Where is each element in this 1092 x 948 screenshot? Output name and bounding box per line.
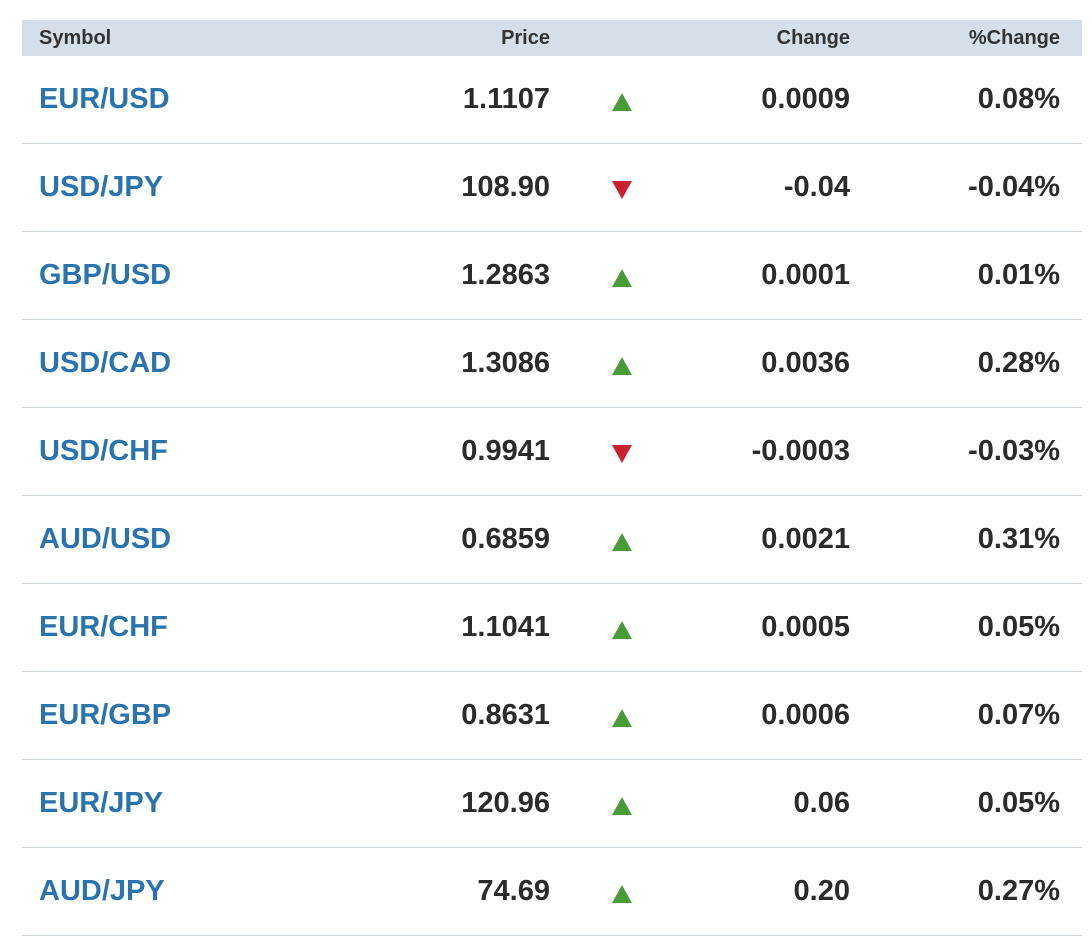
change-value: -0.04 [783, 171, 850, 203]
triangle-up-icon [612, 93, 632, 112]
direction-indicator [610, 848, 634, 934]
symbol-link[interactable]: AUD/USD [39, 496, 171, 582]
change-value: -0.0003 [751, 435, 850, 467]
header-change[interactable]: Change [777, 20, 850, 56]
change-value: 0.0036 [761, 347, 850, 379]
price-value: 0.9941 [461, 435, 550, 467]
change-value: 0.06 [793, 787, 850, 819]
table-row: USD/CAD 1.3086 0.0036 0.28% [22, 320, 1082, 408]
change-value: 0.0006 [761, 699, 850, 731]
triangle-up-icon [612, 621, 632, 640]
direction-indicator [610, 672, 634, 758]
direction-indicator [610, 584, 634, 670]
direction-indicator [610, 232, 634, 318]
symbol-link[interactable]: EUR/JPY [39, 760, 163, 846]
pct-change-value: 0.07% [977, 699, 1060, 731]
direction-indicator [610, 760, 634, 846]
triangle-up-icon [612, 533, 632, 552]
pct-change-value: 0.05% [977, 787, 1060, 819]
symbol-link[interactable]: GBP/USD [39, 232, 171, 318]
header-symbol[interactable]: Symbol [39, 20, 111, 56]
pct-change-value: 0.01% [977, 259, 1060, 291]
table-row: EUR/CHF 1.1041 0.0005 0.05% [22, 584, 1082, 672]
currency-quote-table: Symbol Price Change %Change EUR/USD 1.110… [22, 20, 1082, 936]
price-value: 120.96 [461, 787, 550, 819]
pct-change-value: 0.08% [977, 83, 1060, 115]
header-price[interactable]: Price [501, 20, 550, 56]
triangle-down-icon [612, 181, 632, 200]
triangle-down-icon [612, 445, 632, 464]
price-value: 74.69 [477, 875, 550, 907]
price-value: 0.6859 [461, 523, 550, 555]
header-pct-change[interactable]: %Change [969, 20, 1060, 56]
triangle-up-icon [612, 885, 632, 904]
table-row: AUD/JPY 74.69 0.20 0.27% [22, 848, 1082, 936]
direction-indicator [610, 56, 634, 142]
price-value: 1.1041 [461, 611, 550, 643]
triangle-up-icon [612, 709, 632, 728]
pct-change-value: 0.31% [977, 523, 1060, 555]
triangle-up-icon [612, 357, 632, 376]
table-row: AUD/USD 0.6859 0.0021 0.31% [22, 496, 1082, 584]
change-value: 0.0021 [761, 523, 850, 555]
table-row: USD/CHF 0.9941 -0.0003 -0.03% [22, 408, 1082, 496]
symbol-link[interactable]: EUR/USD [39, 56, 170, 142]
price-value: 0.8631 [461, 699, 550, 731]
change-value: 0.0001 [761, 259, 850, 291]
table-header: Symbol Price Change %Change [22, 20, 1082, 56]
pct-change-value: 0.05% [977, 611, 1060, 643]
price-value: 1.3086 [461, 347, 550, 379]
price-value: 1.1107 [462, 83, 550, 115]
table-row: EUR/USD 1.1107 0.0009 0.08% [22, 56, 1082, 144]
table-row: EUR/JPY 120.96 0.06 0.05% [22, 760, 1082, 848]
pct-change-value: 0.28% [977, 347, 1060, 379]
table-row: USD/JPY 108.90 -0.04 -0.04% [22, 144, 1082, 232]
symbol-link[interactable]: USD/CHF [39, 408, 168, 494]
change-value: 0.0009 [761, 83, 850, 115]
table-body: EUR/USD 1.1107 0.0009 0.08% USD/JPY 108.90 -0.… [22, 56, 1082, 936]
triangle-up-icon [612, 269, 632, 288]
pct-change-value: -0.04% [968, 171, 1060, 203]
price-value: 108.90 [461, 171, 550, 203]
symbol-link[interactable]: EUR/CHF [39, 584, 168, 670]
direction-indicator [610, 408, 634, 494]
symbol-link[interactable]: EUR/GBP [39, 672, 171, 758]
direction-indicator [610, 496, 634, 582]
table-row: GBP/USD 1.2863 0.0001 0.01% [22, 232, 1082, 320]
pct-change-value: -0.03% [968, 435, 1060, 467]
change-value: 0.20 [793, 875, 850, 907]
symbol-link[interactable]: AUD/JPY [39, 848, 165, 934]
pct-change-value: 0.27% [977, 875, 1060, 907]
table-row: EUR/GBP 0.8631 0.0006 0.07% [22, 672, 1082, 760]
price-value: 1.2863 [461, 259, 550, 291]
direction-indicator [610, 320, 634, 406]
symbol-link[interactable]: USD/CAD [39, 320, 171, 406]
triangle-up-icon [612, 797, 632, 816]
direction-indicator [610, 144, 634, 230]
change-value: 0.0005 [761, 611, 850, 643]
symbol-link[interactable]: USD/JPY [39, 144, 163, 230]
